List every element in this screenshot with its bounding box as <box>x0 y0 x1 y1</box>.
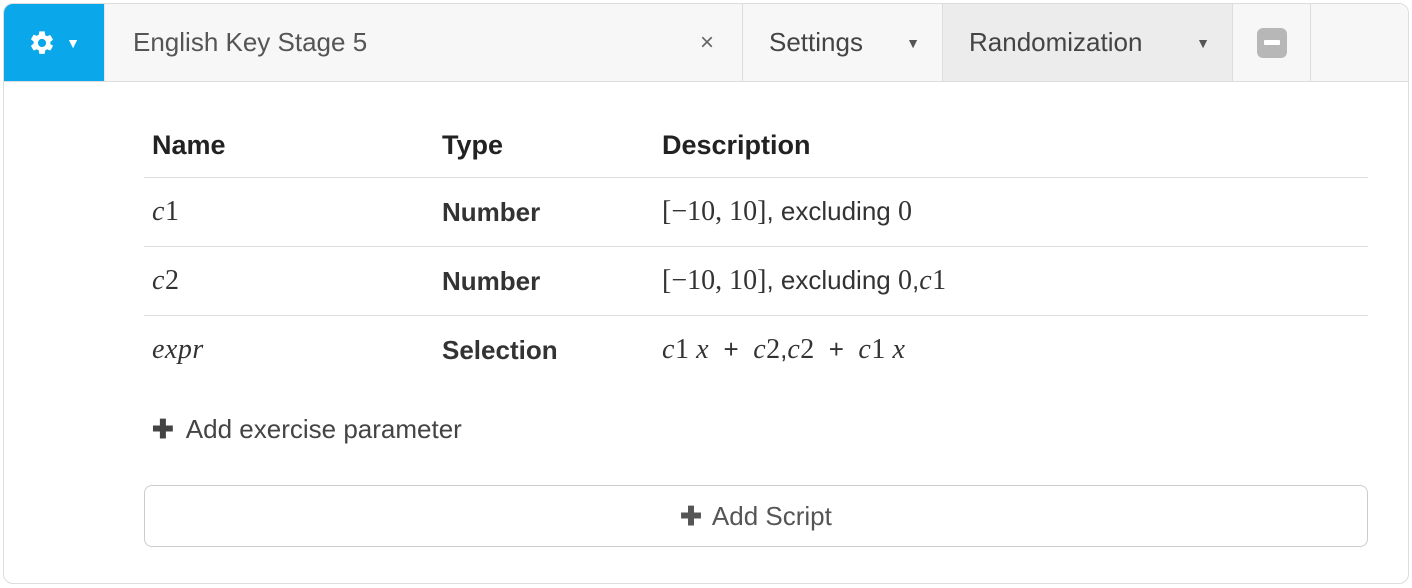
parameters-tbody: c1Number[−10, 10], excluding 0c2Number[−… <box>144 178 1368 385</box>
settings-dropdown[interactable]: Settings ▼ <box>742 4 942 81</box>
param-description: c1 x + c2,c2 + c1 x <box>654 316 1368 385</box>
clear-title-button[interactable]: × <box>672 29 742 57</box>
table-row[interactable]: exprSelectionc1 x + c2,c2 + c1 x <box>144 316 1368 385</box>
randomization-label: Randomization <box>969 27 1142 58</box>
param-description: [−10, 10], excluding 0,c1 <box>654 247 1368 316</box>
minus-icon <box>1264 40 1280 45</box>
plus-icon: ✚ <box>680 501 702 532</box>
param-type: Selection <box>434 316 654 385</box>
randomization-dropdown[interactable]: Randomization ▼ <box>942 4 1232 81</box>
gear-icon <box>28 29 56 57</box>
gear-dropdown[interactable]: ▼ <box>4 4 104 81</box>
collapse-button[interactable] <box>1257 28 1287 58</box>
add-script-button[interactable]: ✚ Add Script <box>144 485 1368 547</box>
param-description: [−10, 10], excluding 0 <box>654 178 1368 247</box>
param-type: Number <box>434 178 654 247</box>
caret-down-icon: ▼ <box>66 35 80 51</box>
table-row[interactable]: c2Number[−10, 10], excluding 0,c1 <box>144 247 1368 316</box>
add-parameter-label: Add exercise parameter <box>186 414 462 445</box>
param-type: Number <box>434 247 654 316</box>
param-name: expr <box>144 316 434 385</box>
table-row[interactable]: c1Number[−10, 10], excluding 0 <box>144 178 1368 247</box>
header-type: Type <box>434 120 654 178</box>
toolbar-spacer <box>1310 4 1408 81</box>
panel-body: Name Type Description c1Number[−10, 10],… <box>104 82 1408 583</box>
settings-label: Settings <box>769 27 863 58</box>
caret-down-icon: ▼ <box>1196 35 1210 51</box>
panel: ▼ English Key Stage 5 × Settings ▼ Rando… <box>3 3 1409 584</box>
parameters-table: Name Type Description c1Number[−10, 10],… <box>144 120 1368 384</box>
header-name: Name <box>144 120 434 178</box>
param-name: c2 <box>144 247 434 316</box>
header-description: Description <box>654 120 1368 178</box>
toolbar: ▼ English Key Stage 5 × Settings ▼ Rando… <box>4 4 1408 82</box>
add-parameter-button[interactable]: ✚ Add exercise parameter <box>152 414 1368 445</box>
title-text: English Key Stage 5 <box>133 27 672 58</box>
param-name: c1 <box>144 178 434 247</box>
collapse-cell <box>1232 4 1310 81</box>
plus-icon: ✚ <box>152 414 174 445</box>
caret-down-icon: ▼ <box>906 35 920 51</box>
title-input[interactable]: English Key Stage 5 × <box>104 4 742 81</box>
add-script-label: Add Script <box>712 501 832 532</box>
